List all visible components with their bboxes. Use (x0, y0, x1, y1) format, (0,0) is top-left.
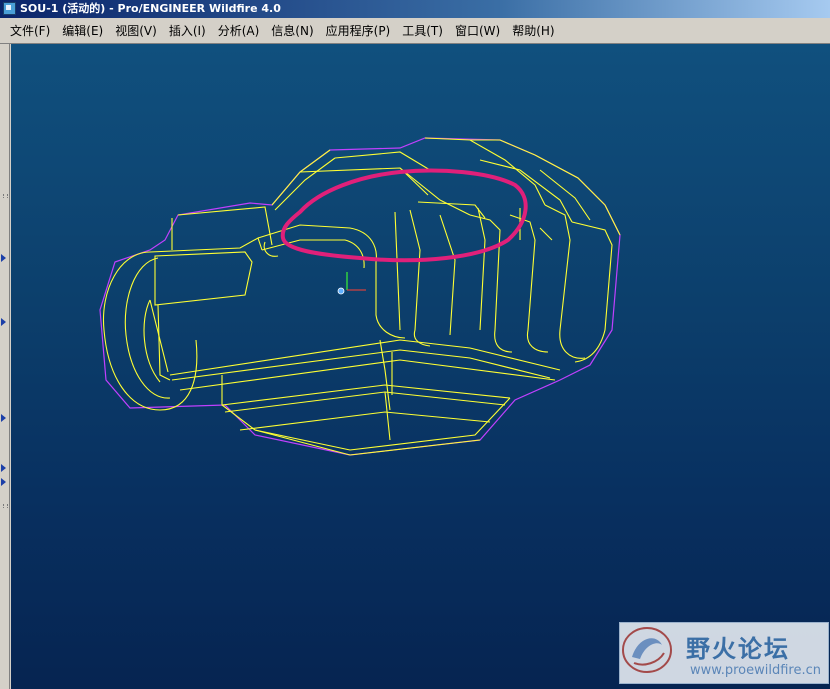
expand-arrow-icon[interactable] (1, 318, 6, 326)
graphics-viewport[interactable]: 野火论坛 www.proewildfire.cn (11, 44, 830, 689)
left-dock-bar (0, 44, 10, 689)
model-silhouette (99, 137, 621, 456)
window-title: SOU-1 (活动的) - Pro/ENGINEER Wildfire 4.0 (20, 2, 281, 15)
menu-info[interactable]: 信息(N) (265, 22, 319, 39)
dock-grip-icon (3, 504, 8, 508)
menu-tools[interactable]: 工具(T) (396, 22, 449, 39)
app-icon (3, 2, 16, 15)
menu-applications[interactable]: 应用程序(P) (320, 22, 397, 39)
expand-arrow-icon[interactable] (1, 464, 6, 472)
expand-arrow-icon[interactable] (1, 478, 6, 486)
annotation-circle (280, 168, 528, 263)
menu-analysis[interactable]: 分析(A) (212, 22, 266, 39)
watermark-name: 野火论坛 (686, 635, 790, 663)
wireframe-model (99, 137, 621, 456)
coordinate-triad-icon (337, 272, 366, 295)
forum-logo-icon (622, 627, 672, 673)
menu-view[interactable]: 视图(V) (109, 22, 163, 39)
menu-help[interactable]: 帮助(H) (506, 22, 560, 39)
menu-insert[interactable]: 插入(I) (163, 22, 212, 39)
forum-watermark: 野火论坛 www.proewildfire.cn (619, 622, 829, 684)
watermark-url: www.proewildfire.cn (690, 663, 821, 678)
title-bar[interactable]: SOU-1 (活动的) - Pro/ENGINEER Wildfire 4.0 (0, 0, 830, 18)
menu-edit[interactable]: 编辑(E) (56, 22, 109, 39)
menu-bar: 文件(F) 编辑(E) 视图(V) 插入(I) 分析(A) 信息(N) 应用程序… (0, 18, 830, 44)
dock-grip-icon (3, 194, 8, 198)
menu-window[interactable]: 窗口(W) (449, 22, 506, 39)
expand-arrow-icon[interactable] (1, 414, 6, 422)
expand-arrow-icon[interactable] (1, 254, 6, 262)
model-edges (102, 137, 621, 456)
menu-file[interactable]: 文件(F) (4, 22, 56, 39)
